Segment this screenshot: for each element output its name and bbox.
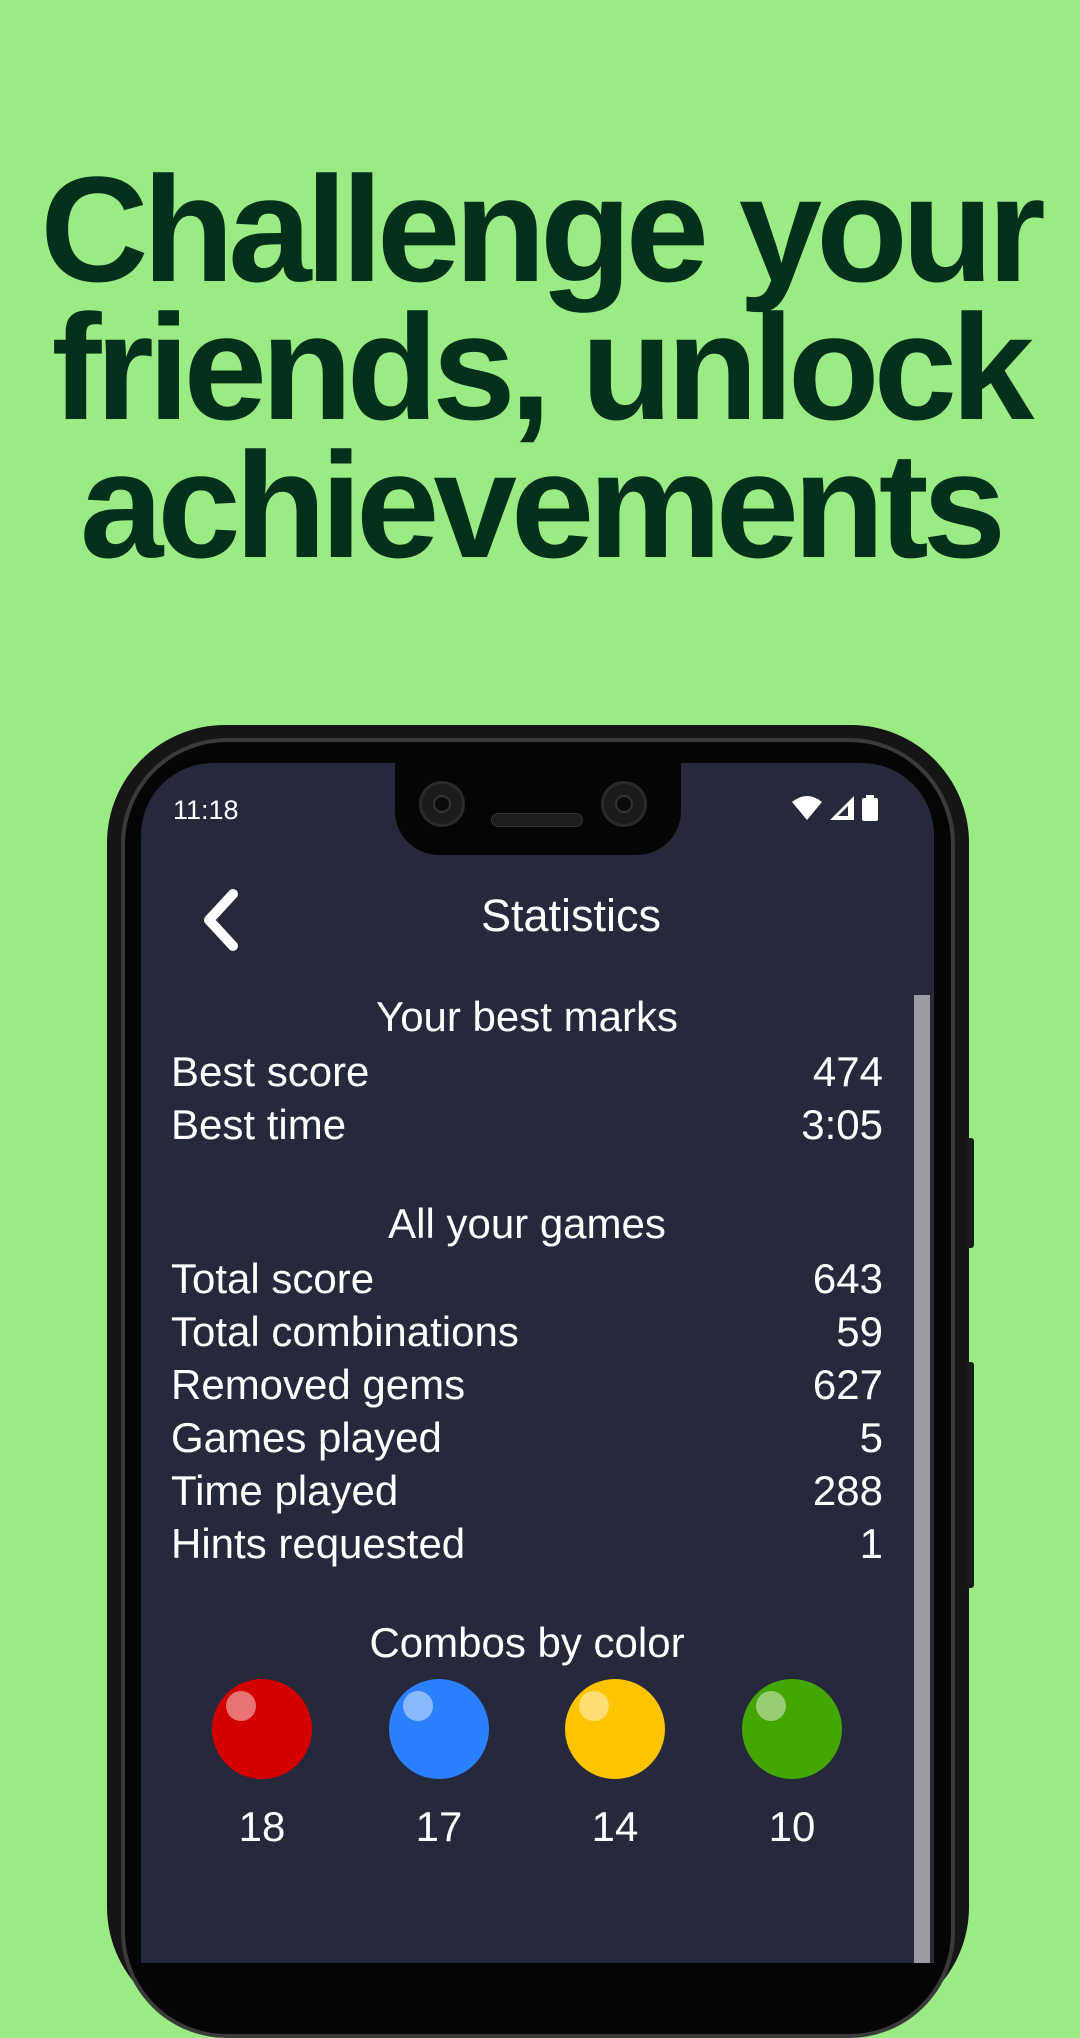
- red-combo-count: 18: [238, 1803, 286, 1850]
- stat-value: 474: [812, 1048, 883, 1095]
- stat-label: Hints requested: [171, 1520, 466, 1567]
- stat-label: Best score: [171, 1048, 370, 1095]
- stat-value: 643: [812, 1255, 883, 1302]
- scrollbar[interactable]: [914, 995, 930, 1963]
- cell-signal-icon: [830, 796, 854, 820]
- chevron-left-icon[interactable]: [197, 888, 245, 952]
- stat-label: Total combinations: [171, 1308, 519, 1355]
- stat-label: Time played: [171, 1467, 399, 1514]
- volume-button: [966, 1362, 974, 1588]
- phone-screen: 11:18 Statistics Your best marks Best sc…: [141, 763, 934, 1963]
- stat-value: 288: [812, 1467, 883, 1514]
- headline-line-1: Challenge your: [40, 145, 1046, 313]
- camera-notch: [395, 763, 681, 855]
- status-icons: [792, 795, 878, 821]
- best-marks-heading: Your best marks: [376, 993, 678, 1040]
- stat-value: 3:05: [801, 1101, 883, 1148]
- blue-gem-icon: [389, 1679, 489, 1779]
- stat-value: 5: [859, 1414, 883, 1461]
- stat-row-best-score: Best score 474: [171, 1046, 883, 1098]
- status-time: 11:18: [173, 795, 239, 825]
- battery-icon: [862, 795, 878, 821]
- blue-combo-count: 17: [415, 1803, 463, 1850]
- screen-title: Statistics: [480, 890, 662, 941]
- stat-row-games-played: Games played 5: [171, 1412, 883, 1464]
- stat-row-removed-gems: Removed gems 627: [171, 1359, 883, 1411]
- stat-value: 1: [859, 1520, 883, 1567]
- combos-heading: Combos by color: [369, 1619, 685, 1666]
- yellow-combo-count: 14: [591, 1803, 639, 1850]
- wifi-icon: [792, 796, 822, 820]
- stat-row-best-time: Best time 3:05: [171, 1099, 883, 1151]
- stat-value: 59: [836, 1308, 883, 1355]
- all-games-heading: All your games: [388, 1200, 666, 1247]
- stat-label: Games played: [171, 1414, 442, 1461]
- red-gem-icon: [212, 1679, 312, 1779]
- earpiece-speaker: [491, 813, 583, 827]
- stat-row-total-combinations: Total combinations 59: [171, 1306, 883, 1358]
- power-button: [966, 1138, 974, 1248]
- yellow-gem-icon: [565, 1679, 665, 1779]
- stat-label: Removed gems: [171, 1361, 466, 1408]
- green-gem-icon: [742, 1679, 842, 1779]
- stat-row-time-played: Time played 288: [171, 1465, 883, 1517]
- stat-row-total-score: Total score 643: [171, 1253, 883, 1305]
- headline-line-3: achievements: [79, 421, 1006, 589]
- stat-value: 627: [812, 1361, 883, 1408]
- headline: Challenge your friends, unlock achieveme…: [0, 145, 1080, 589]
- stat-label: Best time: [171, 1101, 347, 1148]
- green-combo-count: 10: [768, 1803, 816, 1850]
- front-sensor: [601, 781, 647, 827]
- stat-label: Total score: [171, 1255, 375, 1302]
- stat-row-hints-requested: Hints requested 1: [171, 1518, 883, 1570]
- front-camera: [419, 781, 465, 827]
- headline-line-2: friends, unlock: [51, 283, 1035, 451]
